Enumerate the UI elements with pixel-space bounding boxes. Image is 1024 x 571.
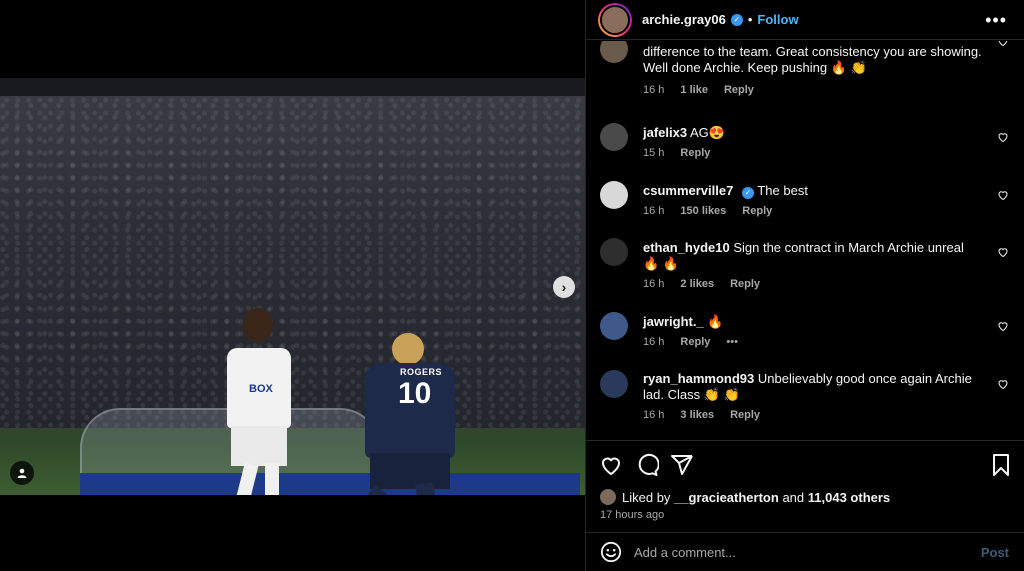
- reply-button[interactable]: Reply: [724, 84, 754, 96]
- comment-text: ryan_hammond93 Unbelievably good once ag…: [643, 371, 983, 403]
- comment-content: The best: [757, 183, 808, 198]
- comment-more-button[interactable]: •••: [726, 336, 738, 348]
- shirt-number: 10: [398, 377, 432, 410]
- heart-icon[interactable]: [997, 320, 1009, 332]
- player-navy-kit: ROGERS 10: [328, 333, 470, 495]
- avatar[interactable]: [600, 370, 628, 398]
- stand-roof: [0, 78, 585, 96]
- liked-by: Liked by __gracieatherton and 11,043 oth…: [600, 489, 890, 505]
- post-timestamp[interactable]: 17 hours ago: [600, 509, 664, 521]
- avatar[interactable]: [600, 312, 628, 340]
- player-leg: [225, 462, 259, 495]
- verified-icon: ✓: [741, 187, 754, 199]
- reply-button[interactable]: Reply: [730, 409, 760, 421]
- post-actions: Liked by __gracieatherton and 11,043 oth…: [586, 440, 1024, 532]
- liked-by-prefix: Liked by: [622, 489, 671, 505]
- comment-meta: 16 h 150 likes Reply: [643, 205, 772, 217]
- shirt-name: ROGERS: [400, 367, 443, 377]
- comment-text: ethan_hyde10 Sign the contract in March …: [643, 240, 983, 272]
- verified-icon: ✓: [730, 13, 743, 26]
- comment-input[interactable]: [634, 544, 954, 560]
- heart-icon[interactable]: [997, 41, 1009, 47]
- comment-time: 16 h: [643, 409, 665, 421]
- follow-button[interactable]: Follow: [757, 12, 798, 27]
- avatar[interactable]: [600, 41, 628, 63]
- comment-username[interactable]: jawright._: [643, 314, 704, 329]
- post-photo[interactable]: BOX ROGERS 10: [0, 78, 585, 495]
- comment-likes[interactable]: 3 likes: [680, 409, 714, 421]
- comment-meta: 16 h 2 likes Reply: [643, 278, 760, 290]
- user-tag-icon: [17, 468, 27, 478]
- reply-button[interactable]: Reply: [680, 336, 710, 348]
- post-sidebar: archie.gray06 ✓ • Follow ••• difference …: [585, 0, 1024, 571]
- heart-icon[interactable]: [997, 246, 1009, 258]
- comment-text: jawright._ 🔥: [643, 314, 983, 330]
- reply-button[interactable]: Reply: [742, 205, 772, 217]
- comment-time: 16 h: [643, 84, 665, 96]
- shirt-sponsor: BOX: [249, 383, 273, 395]
- post-username[interactable]: archie.gray06: [642, 12, 726, 27]
- comment-likes[interactable]: 2 likes: [680, 278, 714, 290]
- comments-list[interactable]: difference to the team. Great consistenc…: [586, 41, 1024, 439]
- comment-likes[interactable]: 150 likes: [680, 205, 726, 217]
- media-pane: BOX ROGERS 10 ›: [0, 0, 585, 571]
- comment-content: AG😍: [690, 125, 725, 140]
- next-photo-button[interactable]: ›: [553, 276, 575, 298]
- player-head: [392, 333, 424, 365]
- comment-meta: 16 h Reply •••: [643, 336, 738, 348]
- liked-by-and: and: [782, 489, 805, 505]
- emoji-icon[interactable]: [600, 541, 622, 563]
- liked-by-user[interactable]: __gracieatherton: [674, 490, 779, 505]
- reply-button[interactable]: Reply: [730, 278, 760, 290]
- avatar[interactable]: [598, 2, 632, 37]
- comment-text: jafelix3 AG😍: [643, 125, 983, 141]
- avatar-image: [600, 4, 630, 35]
- player-white-kit: BOX: [205, 308, 305, 495]
- reply-button[interactable]: Reply: [680, 147, 710, 159]
- comment-meta: 16 h 1 like Reply: [643, 84, 754, 96]
- heart-icon[interactable]: [997, 378, 1009, 390]
- comment-username[interactable]: ethan_hyde10: [643, 240, 730, 255]
- share-icon[interactable]: [670, 453, 694, 477]
- chevron-right-icon: ›: [561, 279, 567, 295]
- comment-time: 16 h: [643, 336, 665, 348]
- comment-username[interactable]: jafelix3: [643, 125, 687, 140]
- avatar[interactable]: [600, 489, 616, 505]
- heart-icon[interactable]: [599, 453, 623, 477]
- comment-content: difference to the team. Great consistenc…: [643, 44, 982, 75]
- avatar[interactable]: [600, 181, 628, 209]
- separator-dot: •: [747, 12, 753, 27]
- heart-icon[interactable]: [997, 189, 1009, 201]
- comment-meta: 16 h 3 likes Reply: [643, 409, 760, 421]
- liked-by-count[interactable]: 11,043 others: [808, 490, 890, 505]
- post-header: archie.gray06 ✓ • Follow •••: [586, 0, 1024, 40]
- comment-meta: 15 h Reply: [643, 147, 710, 159]
- add-comment-bar: Post: [586, 532, 1024, 571]
- comment-content: 🔥: [707, 314, 724, 329]
- more-options-button[interactable]: •••: [985, 10, 1007, 31]
- comment-text: csummerville7 ✓ The best: [643, 183, 983, 199]
- comment-username[interactable]: csummerville7: [643, 183, 733, 198]
- comment-text: difference to the team. Great consistenc…: [643, 44, 983, 76]
- comment-time: 16 h: [643, 205, 665, 217]
- heart-icon[interactable]: [997, 131, 1009, 143]
- bookmark-icon[interactable]: [989, 453, 1013, 477]
- comment-time: 16 h: [643, 278, 665, 290]
- avatar[interactable]: [600, 123, 628, 151]
- post-button[interactable]: Post: [981, 545, 1009, 560]
- tagged-users-button[interactable]: [10, 461, 34, 485]
- avatar[interactable]: [600, 238, 628, 266]
- player-leg: [265, 463, 279, 495]
- comment-username[interactable]: ryan_hammond93: [643, 371, 754, 386]
- player-shorts: [231, 426, 287, 466]
- player-head: [243, 308, 273, 342]
- comment-icon[interactable]: [635, 453, 659, 477]
- player-shorts: [370, 453, 450, 489]
- comment-time: 15 h: [643, 147, 665, 159]
- comment-likes[interactable]: 1 like: [680, 84, 708, 96]
